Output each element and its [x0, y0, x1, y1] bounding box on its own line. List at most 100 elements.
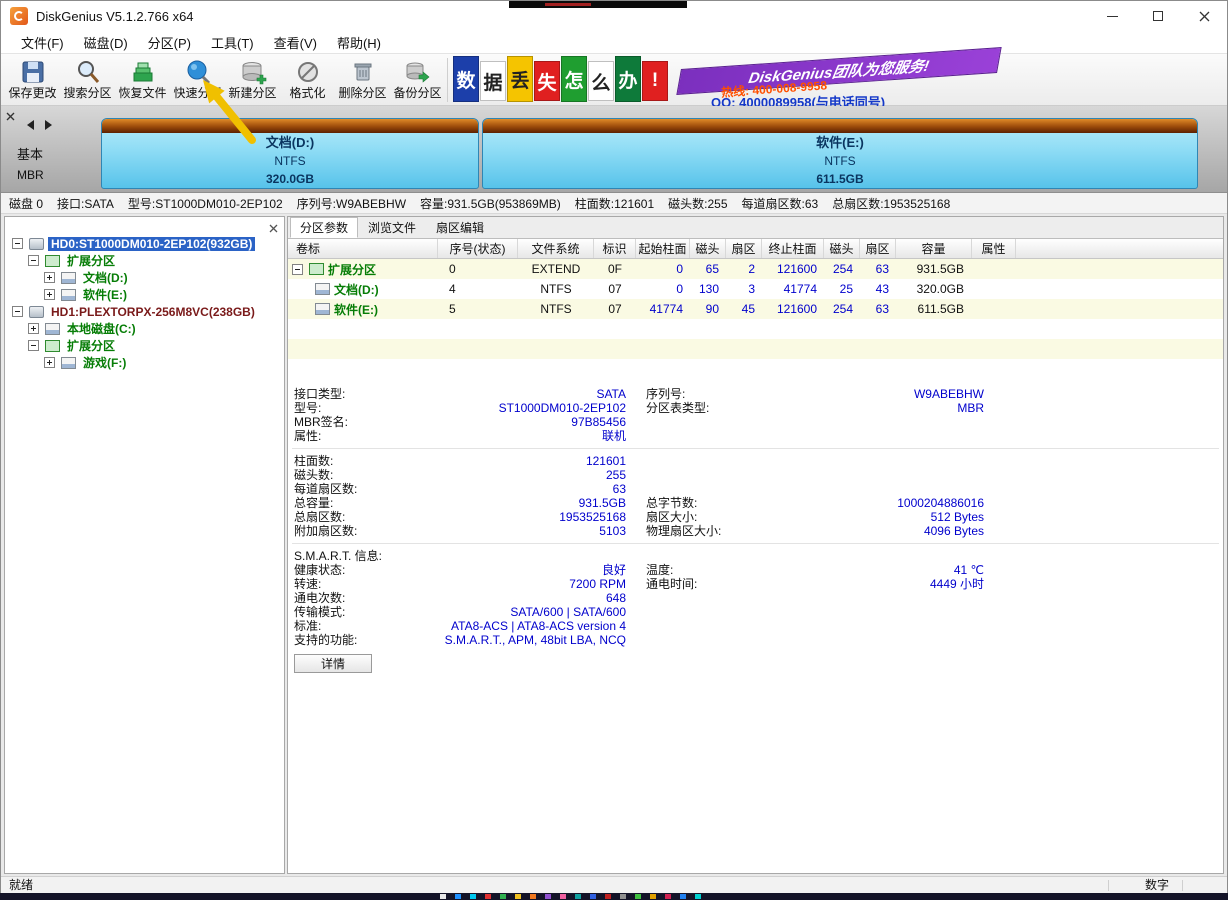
format-icon [294, 58, 322, 86]
format-button[interactable]: 格式化 [280, 56, 335, 104]
tab-partition-parameters[interactable]: 分区参数 [290, 217, 358, 238]
tab-sector-edit[interactable]: 扇区编辑 [426, 217, 494, 238]
detail-value: 97B85456 [344, 415, 626, 429]
collapse-icon[interactable] [292, 264, 303, 275]
taskbar-icon[interactable] [650, 894, 656, 899]
tree-item-label: HD1:PLEXTORPX-256M8VC(238GB) [48, 305, 258, 319]
tab-browse-files[interactable]: 浏览文件 [358, 217, 426, 238]
expand-icon[interactable] [44, 357, 55, 368]
table-row-volume-e[interactable]: 软件(E:) 5 NTFS 07 41774 90 45 121600 254 … [288, 299, 1223, 319]
strip-close-button[interactable] [6, 108, 15, 126]
taskbar-icon[interactable] [515, 894, 521, 899]
collapse-icon[interactable] [12, 306, 23, 317]
taskbar-icon[interactable] [590, 894, 596, 899]
tree-item-volume-c[interactable]: 本地磁盘(C:) [7, 320, 282, 337]
cell-seq: 5 [438, 299, 518, 319]
new-partition-button[interactable]: 新建分区 [225, 56, 280, 104]
taskbar-icon[interactable] [605, 894, 611, 899]
tree-item-extended-partition[interactable]: 扩展分区 [7, 252, 282, 269]
menu-view[interactable]: 查看(V) [264, 31, 327, 53]
expand-icon[interactable] [28, 323, 39, 334]
column-header[interactable]: 文件系统 [518, 239, 594, 258]
maximize-button[interactable] [1135, 1, 1181, 31]
taskbar-icon[interactable] [545, 894, 551, 899]
column-header[interactable]: 容量 [896, 239, 972, 258]
tree-item-volume-d[interactable]: 文档(D:) [7, 269, 282, 286]
column-header[interactable]: 扇区 [726, 239, 762, 258]
menu-help[interactable]: 帮助(H) [327, 31, 391, 53]
save-changes-button[interactable]: 保存更改 [5, 56, 60, 104]
collapse-icon[interactable] [28, 340, 39, 351]
taskbar-icon[interactable] [665, 894, 671, 899]
column-header[interactable]: 标识 [594, 239, 636, 258]
taskbar-icon[interactable] [575, 894, 581, 899]
promo-banner[interactable]: 数 据 丢 失 怎 么 办 ! DiskGenius团队为您服务! 热线: 40… [453, 55, 1223, 106]
scroll-left-icon[interactable] [27, 120, 34, 130]
taskbar-icon[interactable] [620, 894, 626, 899]
taskbar-icon[interactable] [635, 894, 641, 899]
cell-capacity: 320.0GB [896, 279, 972, 299]
column-header[interactable]: 属性 [972, 239, 1016, 258]
expand-icon[interactable] [44, 272, 55, 283]
taskbar-icon[interactable] [695, 894, 701, 899]
detail-label: 接口类型: [294, 387, 345, 401]
table-row-volume-d[interactable]: 文档(D:) 4 NTFS 07 0 130 3 41774 25 43 320… [288, 279, 1223, 299]
column-header[interactable]: 终止柱面 [762, 239, 824, 258]
smart-details-button[interactable]: 详情 [294, 654, 372, 673]
tree-item-disk-hd0[interactable]: HD0:ST1000DM010-2EP102(932GB) [7, 235, 282, 252]
partition-block-e[interactable]: 软件(E:) NTFS 611.5GB [482, 118, 1198, 189]
taskbar-icon[interactable] [680, 894, 686, 899]
promo-tile: 据 [480, 61, 506, 101]
menu-disk[interactable]: 磁盘(D) [74, 31, 138, 53]
column-header[interactable]: 卷标 [288, 239, 438, 258]
close-button[interactable] [1181, 1, 1227, 31]
tree-item-label: 扩展分区 [64, 337, 118, 354]
search-partition-button[interactable]: 搜索分区 [60, 56, 115, 104]
collapse-icon[interactable] [28, 255, 39, 266]
collapse-icon[interactable] [12, 238, 23, 249]
expand-icon[interactable] [44, 289, 55, 300]
maximize-icon [1153, 11, 1163, 21]
column-header[interactable]: 序号(状态) [438, 239, 518, 258]
partition-overview-strip: 基本 MBR 文档(D:) NTFS 320.0GB 软件(E:) NTFS 6… [1, 106, 1227, 193]
taskbar-icon[interactable] [470, 894, 476, 899]
taskbar-icon[interactable] [530, 894, 536, 899]
taskbar-icon[interactable] [440, 894, 446, 899]
minimize-button[interactable] [1089, 1, 1135, 31]
taskbar-icon[interactable] [500, 894, 506, 899]
column-header[interactable]: 起始柱面 [636, 239, 690, 258]
scroll-right-icon[interactable] [45, 120, 52, 130]
tree-item-extended-partition-2[interactable]: 扩展分区 [7, 337, 282, 354]
taskbar-icon[interactable] [485, 894, 491, 899]
table-row-extended[interactable]: 扩展分区 0 EXTEND 0F 0 65 2 121600 254 63 93… [288, 259, 1223, 279]
detail-value: 41 ℃ [708, 563, 984, 577]
taskbar-icon[interactable] [455, 894, 461, 899]
disk-info-segment: 序列号:W9ABEBHW [297, 195, 406, 212]
recover-files-button[interactable]: 恢复文件 [115, 56, 170, 104]
partition-block-d[interactable]: 文档(D:) NTFS 320.0GB [101, 118, 479, 189]
taskbar-icon[interactable] [560, 894, 566, 899]
backup-partition-button[interactable]: 备份分区 [390, 56, 445, 104]
quick-partition-button[interactable]: 快速分区 [170, 56, 225, 104]
cell-start-sector: 45 [726, 299, 762, 319]
windows-taskbar[interactable] [0, 893, 1228, 900]
menu-tools[interactable]: 工具(T) [201, 31, 264, 53]
tree-item-disk-hd1[interactable]: HD1:PLEXTORPX-256M8VC(238GB) [7, 303, 282, 320]
tree-item-label: 软件(E:) [80, 286, 130, 303]
column-header[interactable]: 磁头 [824, 239, 860, 258]
delete-partition-button[interactable]: 删除分区 [335, 56, 390, 104]
detail-value: 63 [344, 482, 626, 496]
tree-item-label: 扩展分区 [64, 252, 118, 269]
cell-seq: 0 [438, 259, 518, 279]
tree-item-volume-e[interactable]: 软件(E:) [7, 286, 282, 303]
detail-label: 传输模式: [294, 605, 345, 619]
tree-item-volume-f[interactable]: 游戏(F:) [7, 354, 282, 371]
menu-file[interactable]: 文件(F) [11, 31, 74, 53]
column-header[interactable]: 磁头 [690, 239, 726, 258]
cell-id: 07 [594, 279, 636, 299]
detail-value: ST1000DM010-2EP102 [344, 401, 626, 415]
detail-label: 磁头数: [294, 468, 333, 482]
detail-label: 总扇区数: [294, 510, 345, 524]
column-header[interactable]: 扇区 [860, 239, 896, 258]
menu-partition[interactable]: 分区(P) [138, 31, 201, 53]
